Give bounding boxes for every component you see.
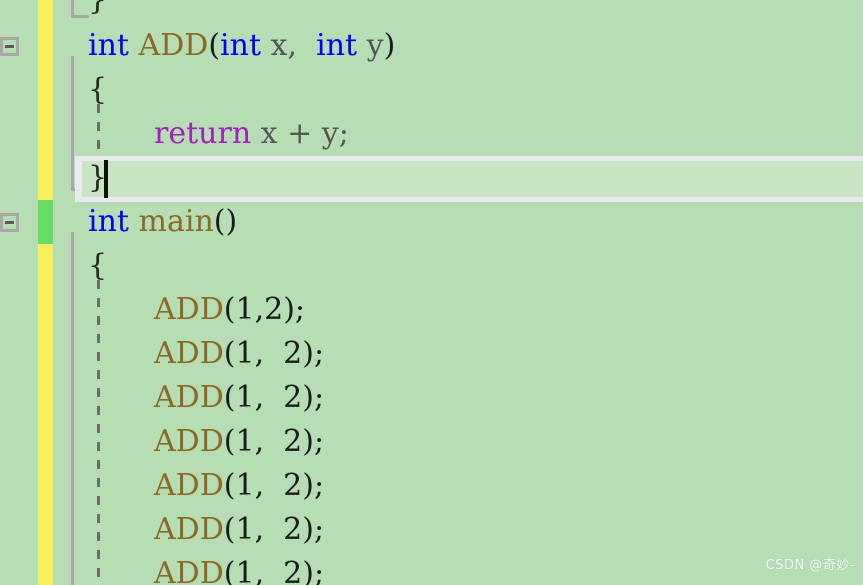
code-surface[interactable]: }int ADD(int x, int y){return x + y;}int… [0,0,863,585]
fold-elbow-previous [71,15,89,18]
code-token: int [88,28,129,63]
fold-connector-previous [71,0,74,15]
code-line[interactable]: ADD(1, 2); [154,552,324,585]
code-line[interactable]: } [88,0,107,22]
fold-toggle-main[interactable] [0,213,19,232]
code-token: int [220,28,262,63]
code-line[interactable]: ADD(1, 2); [154,332,324,376]
fold-toggle-add[interactable] [0,37,19,56]
code-token: ADD [154,468,224,503]
code-token: main [138,204,214,239]
code-line[interactable]: { [88,244,107,288]
code-token: (1, 2); [223,380,325,415]
code-token: ADD [154,380,224,415]
code-token: ADD [138,28,209,63]
code-line[interactable]: return x + y; [154,112,349,156]
fold-connector-main [71,232,74,585]
code-token: (1, 2); [223,424,325,459]
code-token: (1, 2); [223,468,325,503]
code-token: ) [383,28,396,63]
code-token: } [88,160,108,195]
code-token: ADD [154,292,224,327]
code-editor-view: }int ADD(int x, int y){return x + y;}int… [0,0,863,585]
fold-connector-add [71,56,74,188]
code-line[interactable]: int ADD(int x, int y) [88,24,395,68]
code-token: ADD [154,424,224,459]
code-token: x, [261,28,317,63]
code-line[interactable]: ADD(1, 2); [154,420,324,464]
code-token: ADD [154,556,224,585]
code-token: (1, 2); [223,336,325,371]
code-token: } [88,0,107,17]
code-token: (1,2); [223,292,306,327]
code-token: y [357,28,384,63]
indent-guide-main-body [97,280,100,585]
current-line-highlight [75,156,863,202]
code-token: ADD [154,336,224,371]
code-line[interactable]: ADD(1, 2); [154,464,324,508]
code-token: int [88,204,129,239]
code-token: x + y; [251,116,349,151]
code-line[interactable]: } [88,156,107,200]
code-token: ( [208,28,221,63]
code-line[interactable]: int main() [88,200,237,244]
code-line[interactable]: { [88,68,107,112]
code-line[interactable]: ADD(1,2); [154,288,305,332]
code-token: return [154,116,252,151]
code-token: (1, 2); [223,512,325,547]
code-token: (1, 2); [223,556,325,585]
current-line-left-cap [75,156,82,202]
code-token: () [213,204,238,239]
watermark-label: CSDN @奇妙- [765,558,855,573]
code-line[interactable]: ADD(1, 2); [154,508,324,552]
indent-guide-add-body [97,104,100,162]
code-token: ADD [154,512,224,547]
code-token: { [88,72,108,107]
code-line[interactable]: ADD(1, 2); [154,376,324,420]
code-token: { [88,248,108,283]
code-token: int [316,28,358,63]
